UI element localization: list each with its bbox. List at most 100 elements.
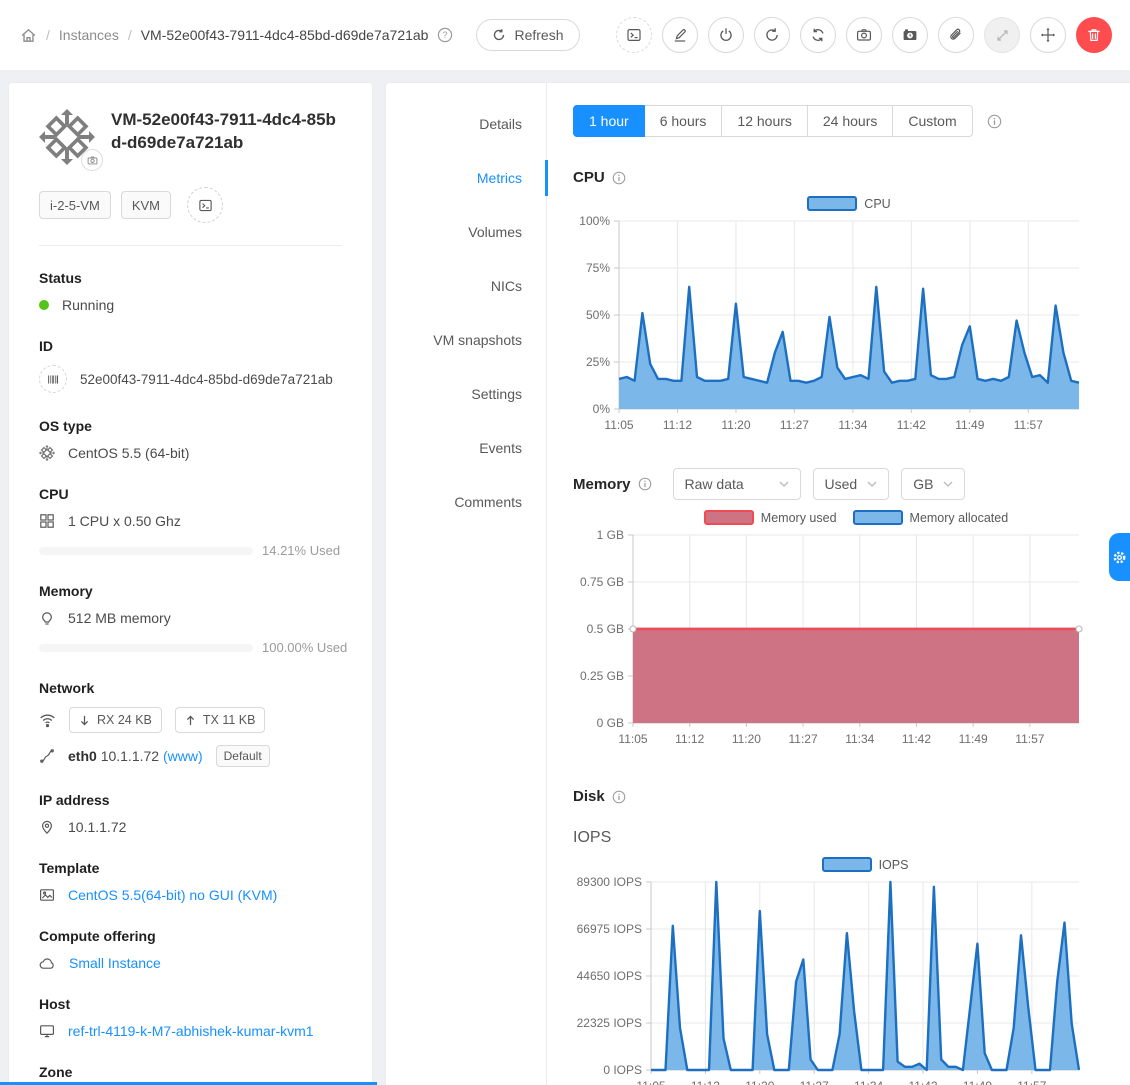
chevron-down-icon [779, 481, 789, 488]
svg-text:75%: 75% [586, 261, 610, 275]
delete-icon[interactable] [1076, 17, 1112, 53]
time-range-1-hour[interactable]: 1 hour [573, 105, 645, 137]
svg-text:11:27: 11:27 [789, 732, 818, 746]
legend-swatch [822, 857, 872, 872]
svg-text:11:42: 11:42 [908, 1079, 937, 1085]
time-range-custom[interactable]: Custom [892, 105, 972, 137]
cpu-chart-title-row: CPU [573, 169, 1130, 186]
tab-nics[interactable]: NICs [386, 259, 546, 313]
vm-actions-toolbar [616, 17, 1112, 53]
ip-label: IP address [39, 792, 342, 808]
disk-info-icon[interactable] [612, 790, 626, 804]
cpu-grid-icon [39, 513, 55, 529]
vm-uuid: 52e00f43-7911-4dc4-85bd-d69de7a721ab [80, 372, 333, 387]
cloudstack-vm-page: / Instances / VM-52e00f43-7911-4dc4-85bd… [0, 0, 1130, 1085]
memory-unit-select[interactable]: GB [901, 468, 965, 500]
barcode-icon [39, 365, 67, 393]
refresh-label: Refresh [514, 27, 563, 43]
tab-settings[interactable]: Settings [386, 367, 546, 421]
offering-link[interactable]: Small Instance [69, 955, 161, 971]
rx-button[interactable]: RX 24 KB [69, 707, 162, 733]
nic-network-link[interactable]: (www) [163, 748, 203, 764]
divider [39, 245, 342, 246]
svg-text:11:12: 11:12 [663, 418, 692, 432]
legend-item[interactable]: CPU [807, 196, 890, 211]
iops-subtitle: IOPS [573, 829, 1130, 847]
help-icon[interactable]: ? [437, 27, 453, 43]
memory-value: 512 MB memory [68, 610, 171, 626]
home-icon[interactable] [20, 27, 37, 44]
tab-metrics[interactable]: Metrics [386, 151, 546, 205]
template-link[interactable]: CentOS 5.5(64-bit) no GUI (KVM) [68, 887, 277, 903]
console-icon[interactable] [616, 17, 652, 53]
cloud-icon [39, 956, 56, 970]
svg-text:11:49: 11:49 [955, 418, 984, 432]
template-section: Template CentOS 5.5(64-bit) no GUI (KVM) [39, 860, 342, 903]
offering-label: Compute offering [39, 928, 342, 944]
legend-item[interactable]: IOPS [822, 857, 909, 872]
host-link[interactable]: ref-trl-4119-k-M7-abhishek-kumar-kvm1 [68, 1023, 314, 1039]
edit-icon[interactable] [662, 17, 698, 53]
migrate-icon[interactable] [1030, 17, 1066, 53]
detail-tabs: Details Metrics Volumes NICs VM snapshot… [386, 83, 547, 1085]
reboot-icon[interactable] [754, 17, 790, 53]
tab-comments[interactable]: Comments [386, 475, 546, 529]
breadcrumb-vm-name: VM-52e00f43-7911-4dc4-85bd-d69de7a721ab [141, 27, 429, 43]
memory-metric-select[interactable]: Used [813, 468, 890, 500]
cpu-info-icon[interactable] [612, 171, 626, 185]
os-type-value: CentOS 5.5 (64-bit) [68, 445, 189, 461]
disk-title-row: Disk [573, 788, 1130, 805]
recurring-snapshot-icon[interactable] [892, 17, 928, 53]
breadcrumb-instances[interactable]: Instances [59, 27, 119, 43]
console-quick-icon[interactable] [187, 187, 223, 223]
reinstall-icon[interactable] [800, 17, 836, 53]
theme-settings-fab[interactable] [1109, 533, 1130, 581]
arrow-up-icon [185, 715, 196, 726]
legend-label: CPU [864, 197, 890, 211]
centos-icon [39, 445, 55, 461]
refresh-button[interactable]: Refresh [476, 19, 579, 51]
os-logo [39, 109, 95, 165]
tab-details[interactable]: Details [386, 97, 546, 151]
breadcrumb: / Instances / VM-52e00f43-7911-4dc4-85bd… [20, 19, 580, 51]
status-value: Running [62, 297, 114, 313]
svg-text:11:20: 11:20 [745, 1079, 774, 1085]
legend-item[interactable]: Memory allocated [853, 510, 1009, 525]
svg-text:0%: 0% [593, 402, 611, 416]
svg-text:11:49: 11:49 [959, 732, 988, 746]
os-type-section: OS type CentOS 5.5 (64-bit) [39, 418, 342, 461]
legend-swatch [853, 510, 903, 525]
svg-text:11:57: 11:57 [1014, 418, 1043, 432]
time-range-24-hours[interactable]: 24 hours [807, 105, 893, 137]
time-range-group: 1 hour 6 hours 12 hours 24 hours Custom [573, 105, 973, 137]
svg-text:11:42: 11:42 [902, 732, 931, 746]
tab-vm-snapshots[interactable]: VM snapshots [386, 313, 546, 367]
legend-item[interactable]: Memory used [704, 510, 837, 525]
snapshot-camera-icon[interactable] [846, 17, 882, 53]
time-range-12-hours[interactable]: 12 hours [721, 105, 807, 137]
tab-volumes[interactable]: Volumes [386, 205, 546, 259]
time-range-info-icon[interactable] [987, 114, 1002, 129]
memory-filters: Raw data Used GB [673, 468, 966, 500]
stop-icon[interactable] [708, 17, 744, 53]
memory-label: Memory [39, 583, 342, 599]
time-range-6-hours[interactable]: 6 hours [644, 105, 723, 137]
memory-info-icon[interactable] [638, 477, 652, 491]
legend-label: Memory used [761, 511, 837, 525]
iops-chart-plot: 0 IOPS22325 IOPS44650 IOPS66975 IOPS8930… [573, 874, 1130, 1085]
svg-text:11:27: 11:27 [780, 418, 809, 432]
status-dot [39, 300, 49, 310]
memory-header-row: Memory Raw data Used GB [573, 468, 1130, 500]
attach-iso-icon[interactable] [938, 17, 974, 53]
change-icon-camera-badge[interactable] [81, 149, 103, 171]
cpu-chart-title: CPU [573, 169, 605, 186]
location-pin-icon [39, 819, 55, 835]
memory-data-mode-select[interactable]: Raw data [673, 468, 801, 500]
svg-text:100%: 100% [579, 214, 610, 228]
svg-text:11:05: 11:05 [604, 418, 633, 432]
tab-events[interactable]: Events [386, 421, 546, 475]
vm-detail-panel: Details Metrics Volumes NICs VM snapshot… [385, 82, 1130, 1085]
offering-section: Compute offering Small Instance [39, 928, 342, 971]
scale-icon[interactable] [984, 17, 1020, 53]
tx-button[interactable]: TX 11 KB [175, 707, 266, 733]
